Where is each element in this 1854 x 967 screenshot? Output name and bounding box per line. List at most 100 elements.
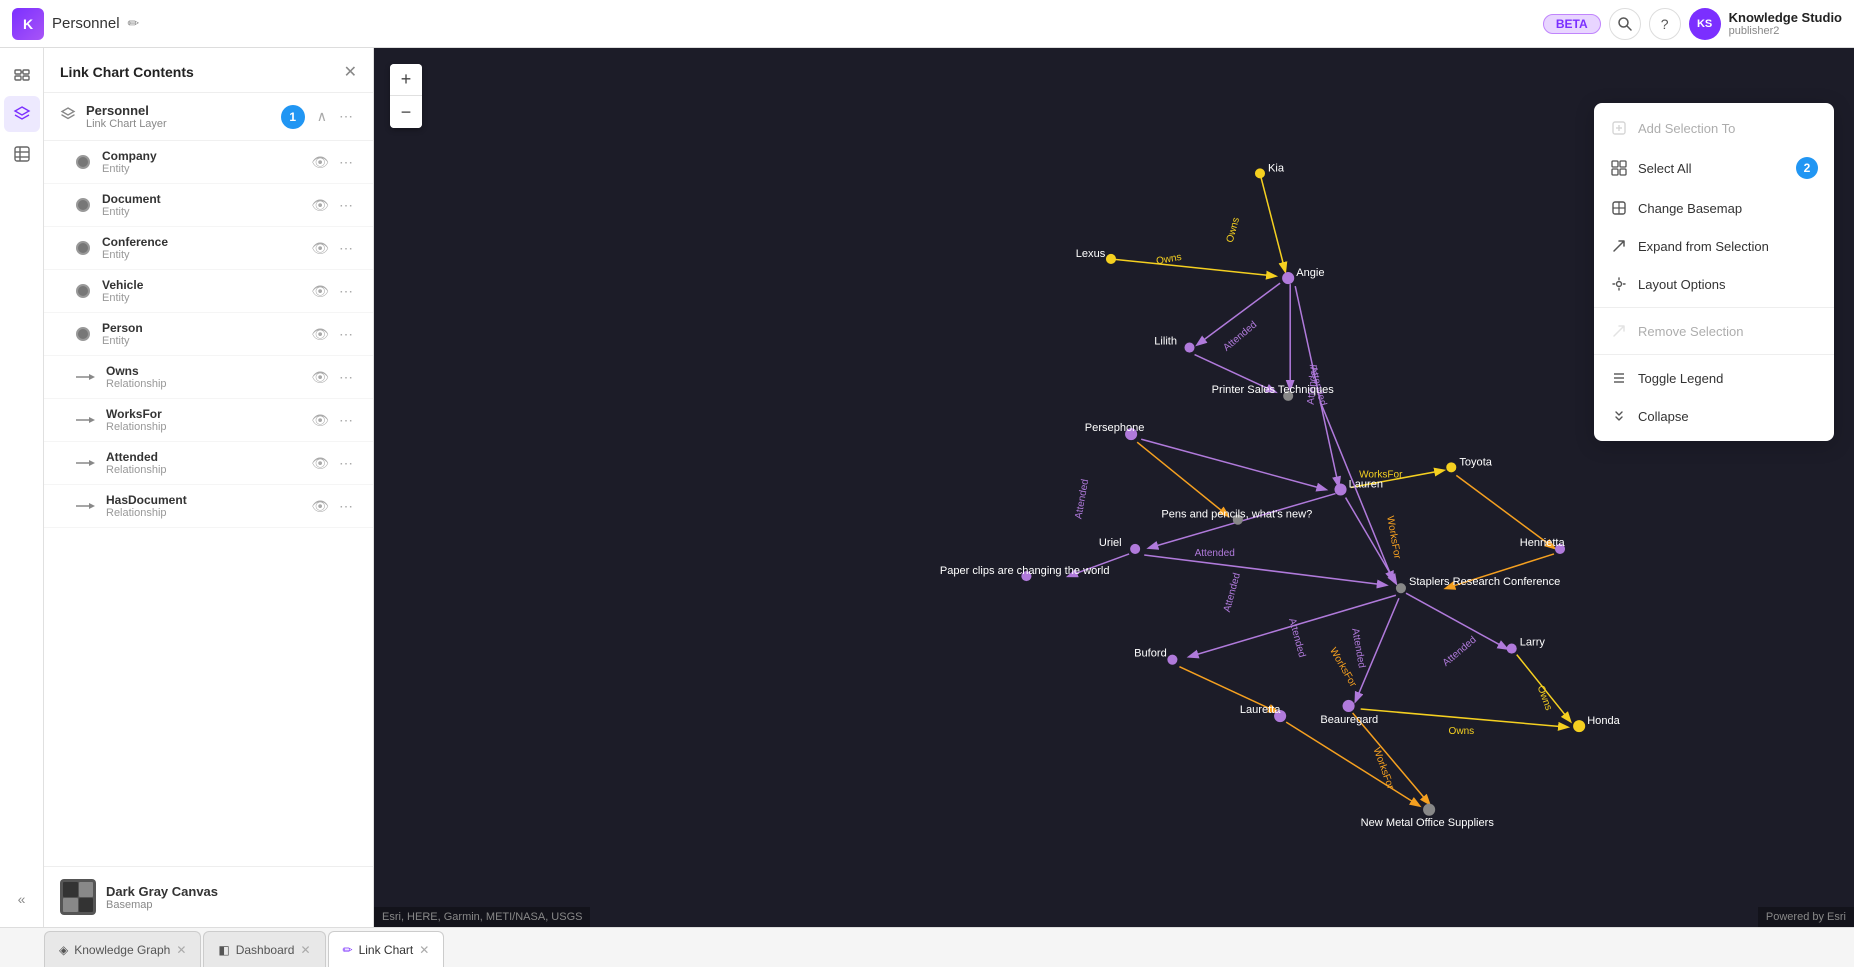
- rel-visibility-owns[interactable]: 👁: [307, 367, 333, 388]
- edge-label-attended-5: Attended: [1195, 548, 1235, 559]
- entity-more-company[interactable]: ⋯: [335, 152, 357, 173]
- entity-actions-company: 👁 ⋯: [307, 152, 357, 173]
- topbar: K Personnel ✏ BETA ? KS Knowledge Studio…: [0, 0, 1854, 48]
- sidebar: Link Chart Contents ✕ Personnel Link Cha…: [44, 48, 374, 927]
- layer-actions: ∧ ⋯: [313, 106, 357, 127]
- menu-item-collapse[interactable]: Collapse: [1594, 397, 1834, 435]
- entity-more-person[interactable]: ⋯: [335, 324, 357, 345]
- edge-label-attended-1: Attended: [1221, 319, 1259, 353]
- tab-knowledge-graph[interactable]: ◈ Knowledge Graph ✕: [44, 931, 201, 967]
- node-uriel[interactable]: [1130, 544, 1140, 554]
- node-beauregard[interactable]: [1343, 700, 1355, 712]
- entity-name-company: Company: [102, 149, 307, 163]
- entity-item-company[interactable]: Company Entity 👁 ⋯: [44, 141, 373, 184]
- search-button[interactable]: [1609, 8, 1641, 40]
- tab-close-knowledge-graph[interactable]: ✕: [176, 943, 186, 957]
- node-toyota[interactable]: [1446, 462, 1456, 472]
- rel-item-hasdocument[interactable]: HasDocument Relationship 👁 ⋯: [44, 485, 373, 528]
- menu-item-expand-selection[interactable]: Expand from Selection: [1594, 227, 1834, 265]
- rel-item-worksfor[interactable]: WorksFor Relationship 👁 ⋯: [44, 399, 373, 442]
- rel-item-attended[interactable]: Attended Relationship 👁 ⋯: [44, 442, 373, 485]
- tab-dashboard[interactable]: ◧ Dashboard ✕: [203, 931, 325, 967]
- layer-collapse-button[interactable]: ∧: [313, 106, 331, 127]
- tab-close-link-chart[interactable]: ✕: [419, 943, 429, 957]
- rail-table-button[interactable]: [4, 136, 40, 172]
- layer-item-personnel[interactable]: Personnel Link Chart Layer 1 ∧ ⋯: [44, 93, 373, 141]
- edge-label-worksfor-1: WorksFor: [1384, 515, 1402, 560]
- node-angie[interactable]: [1282, 272, 1294, 284]
- tab-label-knowledge-graph: Knowledge Graph: [74, 943, 170, 957]
- rel-type-attended: Relationship: [106, 464, 307, 476]
- menu-item-toggle-legend[interactable]: Toggle Legend: [1594, 359, 1834, 397]
- zoom-in-button[interactable]: +: [390, 64, 422, 96]
- user-avatar: KS: [1689, 8, 1721, 40]
- rel-visibility-attended[interactable]: 👁: [307, 453, 333, 474]
- node-label-newmetal: New Metal Office Suppliers: [1361, 817, 1495, 829]
- tab-close-dashboard[interactable]: ✕: [300, 943, 310, 957]
- rel-actions-hasdocument: 👁 ⋯: [307, 496, 357, 517]
- basemap-text: Dark Gray Canvas Basemap: [106, 884, 218, 911]
- layer-more-button[interactable]: ⋯: [335, 106, 357, 127]
- map-canvas[interactable]: Owns Owns Attended Attended Attended Att…: [374, 48, 1854, 927]
- entity-visibility-conference[interactable]: 👁: [307, 238, 333, 259]
- entity-visibility-company[interactable]: 👁: [307, 152, 333, 173]
- entity-visibility-vehicle[interactable]: 👁: [307, 281, 333, 302]
- menu-item-change-basemap[interactable]: Change Basemap: [1594, 189, 1834, 227]
- node-label-toyota: Toyota: [1459, 456, 1492, 468]
- node-larry[interactable]: [1507, 644, 1517, 654]
- map-area[interactable]: Owns Owns Attended Attended Attended Att…: [374, 48, 1854, 927]
- node-label-beauregard: Beauregard: [1320, 714, 1378, 726]
- tab-link-chart[interactable]: ✏ Link Chart ✕: [328, 931, 445, 967]
- node-lexus[interactable]: [1106, 254, 1116, 264]
- toggle-legend-icon: [1610, 369, 1628, 387]
- zoom-out-button[interactable]: −: [390, 96, 422, 128]
- menu-item-select-all[interactable]: Select All 2: [1594, 147, 1834, 189]
- rel-more-attended[interactable]: ⋯: [335, 453, 357, 474]
- node-buford[interactable]: [1167, 655, 1177, 665]
- node-lilith[interactable]: [1184, 343, 1194, 353]
- tab-label-link-chart: Link Chart: [359, 943, 414, 957]
- rail-layers-button[interactable]: [4, 96, 40, 132]
- tab-icon-dashboard: ◧: [218, 943, 229, 957]
- entity-visibility-document[interactable]: 👁: [307, 195, 333, 216]
- main-area: « Link Chart Contents ✕ Personnel Link C…: [0, 48, 1854, 927]
- help-button[interactable]: ?: [1649, 8, 1681, 40]
- node-kia[interactable]: [1255, 168, 1265, 178]
- rail-link-button[interactable]: [4, 56, 40, 92]
- basemap-item[interactable]: Dark Gray Canvas Basemap: [44, 866, 373, 927]
- entity-item-vehicle[interactable]: Vehicle Entity 👁 ⋯: [44, 270, 373, 313]
- node-label-kia: Kia: [1268, 162, 1285, 174]
- rail-collapse-button[interactable]: «: [4, 881, 40, 917]
- entity-item-person[interactable]: Person Entity 👁 ⋯: [44, 313, 373, 356]
- entity-visibility-person[interactable]: 👁: [307, 324, 333, 345]
- node-newmetal[interactable]: [1423, 804, 1435, 816]
- edit-title-icon[interactable]: ✏: [128, 15, 140, 32]
- entity-more-vehicle[interactable]: ⋯: [335, 281, 357, 302]
- entity-more-document[interactable]: ⋯: [335, 195, 357, 216]
- menu-divider-2: [1594, 354, 1834, 355]
- edge-label-owns-2: Owns: [1535, 684, 1554, 712]
- rel-text-owns: Owns Relationship: [106, 364, 307, 390]
- rel-more-owns[interactable]: ⋯: [335, 367, 357, 388]
- sidebar-close-button[interactable]: ✕: [344, 62, 357, 82]
- rel-text-worksfor: WorksFor Relationship: [106, 407, 307, 433]
- entity-more-conference[interactable]: ⋯: [335, 238, 357, 259]
- node-lauren[interactable]: [1334, 483, 1346, 495]
- menu-item-layout-options[interactable]: Layout Options: [1594, 265, 1834, 303]
- node-staplers[interactable]: [1396, 583, 1406, 593]
- rel-item-owns[interactable]: Owns Relationship 👁 ⋯: [44, 356, 373, 399]
- entity-name-conference: Conference: [102, 235, 307, 249]
- rel-visibility-worksfor[interactable]: 👁: [307, 410, 333, 431]
- rel-more-worksfor[interactable]: ⋯: [335, 410, 357, 431]
- rel-actions-owns: 👁 ⋯: [307, 367, 357, 388]
- entity-text-conference: Conference Entity: [102, 235, 307, 261]
- rel-visibility-hasdocument[interactable]: 👁: [307, 496, 333, 517]
- entity-item-conference[interactable]: Conference Entity 👁 ⋯: [44, 227, 373, 270]
- node-honda[interactable]: [1573, 720, 1585, 732]
- rel-more-hasdocument[interactable]: ⋯: [335, 496, 357, 517]
- layout-options-label: Layout Options: [1638, 277, 1818, 292]
- user-role: publisher2: [1729, 25, 1842, 37]
- rel-actions-worksfor: 👁 ⋯: [307, 410, 357, 431]
- entity-item-document[interactable]: Document Entity 👁 ⋯: [44, 184, 373, 227]
- rel-type-worksfor: Relationship: [106, 421, 307, 433]
